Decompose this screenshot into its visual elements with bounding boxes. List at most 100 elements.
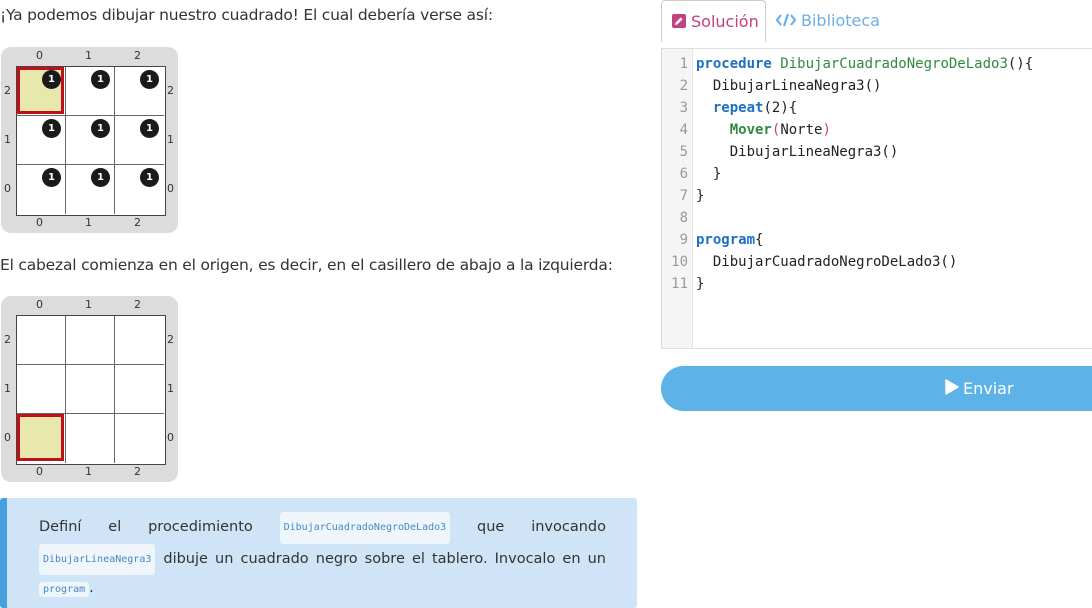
callout-word: invocando: [531, 519, 606, 535]
task-text: Definí el procedimiento DibujarCuadradoN…: [39, 512, 606, 604]
black-ball-icon: 1: [42, 119, 61, 138]
board-cell: [115, 316, 164, 365]
col-label-bottom: 2: [134, 216, 141, 229]
command: Mover: [729, 122, 772, 138]
callout-text-part: dibuje un cuadrado negro sobre el tabler…: [163, 550, 606, 567]
black-ball-icon: 1: [91, 168, 110, 187]
line-number-gutter: 1 2 3 4 5 6 7 8 9 10 11: [662, 49, 693, 348]
line-number: 10: [671, 254, 688, 270]
black-ball-icon: 1: [91, 119, 110, 138]
col-label-bottom: 2: [134, 465, 141, 478]
board-grid: [16, 315, 166, 465]
line-number: 11: [671, 276, 688, 292]
callout-word: procedimiento: [148, 519, 253, 535]
callout-word: Definí: [39, 519, 82, 535]
black-ball-icon: 1: [91, 70, 110, 89]
line-number: 4: [679, 122, 688, 138]
row-label-left: 2: [4, 84, 11, 97]
row-label-right: 0: [167, 182, 174, 195]
col-label-top: 2: [134, 49, 141, 62]
line-number: 6: [679, 166, 688, 182]
board-cell: [17, 316, 66, 365]
initial-board: 0 1 2 0 1 2 2 1 0 2 1 0: [1, 296, 178, 482]
code-punct: ): [822, 122, 831, 138]
keyword: procedure: [696, 56, 772, 72]
black-ball-icon: 1: [140, 168, 159, 187]
instructions-panel: ¡Ya podemos dibujar nuestro cuadrado! El…: [0, 0, 640, 608]
keyword: program: [696, 232, 756, 248]
code-line[interactable]: program{: [696, 232, 763, 248]
line-number: 1: [679, 56, 688, 72]
black-ball-icon: 1: [42, 168, 61, 187]
board-cell: [66, 414, 115, 463]
code-line[interactable]: }: [696, 276, 704, 292]
inline-code-procedure: DibujarCuadradoNegroDeLado3: [279, 512, 451, 544]
col-label-top: 0: [36, 298, 43, 311]
row-label-left: 0: [4, 182, 11, 195]
line-number: 2: [679, 78, 688, 94]
code-line[interactable]: Mover(Norte): [696, 122, 831, 138]
code-punct: {: [755, 232, 764, 248]
code-line[interactable]: DibujarLineaNegra3(): [696, 144, 899, 160]
row-label-right: 2: [167, 333, 174, 346]
code-line[interactable]: DibujarCuadradoNegroDeLado3(): [696, 254, 957, 270]
inline-code-program: program: [39, 582, 90, 597]
code-line[interactable]: }: [696, 166, 721, 182]
tab-library-label: Biblioteca: [801, 11, 880, 30]
code-editor[interactable]: 1 2 3 4 5 6 7 8 9 10 11 procedure Dibuja…: [661, 48, 1092, 349]
inline-code-line: DibujarLineaNegra3: [39, 543, 156, 575]
row-label-right: 2: [167, 84, 174, 97]
callout-word: que: [477, 519, 505, 535]
play-icon: [945, 378, 959, 399]
row-label-right: 1: [167, 133, 174, 146]
code-line[interactable]: repeat(2){: [696, 100, 797, 116]
tab-solution-label: Solución: [691, 12, 759, 31]
code-punct: ){: [780, 100, 798, 116]
col-label-bottom: 0: [36, 465, 43, 478]
line-number: 7: [679, 188, 688, 204]
col-label-top: 1: [85, 298, 92, 311]
board-cell: [115, 414, 164, 463]
line-number: 5: [679, 144, 688, 160]
send-button-label: Enviar: [963, 379, 1014, 398]
col-label-top: 1: [85, 49, 92, 62]
code-line[interactable]: }: [696, 188, 704, 204]
origin-text: El cabezal comienza en el origen, es dec…: [0, 256, 613, 274]
keyword: repeat: [712, 100, 764, 116]
code-punct: (: [763, 100, 772, 116]
black-ball-icon: 1: [42, 70, 61, 89]
code-line[interactable]: DibujarLineaNegra3(): [696, 78, 882, 94]
row-label-left: 2: [4, 333, 11, 346]
row-label-left: 0: [4, 431, 11, 444]
board-grid: 1 1 1 1 1 1 1 1 1: [16, 66, 166, 216]
procedure-name: DibujarCuadradoNegroDeLado3: [780, 56, 1008, 72]
code-line[interactable]: procedure DibujarCuadradoNegroDeLado3(){: [696, 56, 1033, 72]
row-label-right: 1: [167, 382, 174, 395]
task-callout: Definí el procedimiento DibujarCuadradoN…: [0, 498, 637, 608]
board-cell: [17, 365, 66, 414]
board-head: [17, 414, 64, 461]
callout-word: el: [108, 519, 122, 535]
col-label-bottom: 1: [85, 465, 92, 478]
board-cell: [115, 365, 164, 414]
col-label-top: 0: [36, 49, 43, 62]
intro-text: ¡Ya podemos dibujar nuestro cuadrado! El…: [0, 6, 493, 24]
line-number: 8: [679, 210, 688, 226]
code-punct: (){: [1007, 56, 1034, 72]
col-label-top: 2: [134, 298, 141, 311]
col-label-bottom: 1: [85, 216, 92, 229]
black-ball-icon: 1: [140, 70, 159, 89]
line-number: 9: [679, 232, 688, 248]
tab-library[interactable]: Biblioteca: [766, 0, 896, 42]
row-label-left: 1: [4, 133, 11, 146]
tab-solution[interactable]: Solución: [661, 0, 766, 42]
row-label-left: 1: [4, 382, 11, 395]
row-label-right: 0: [167, 431, 174, 444]
pencil-square-icon: [672, 2, 686, 44]
col-label-bottom: 0: [36, 216, 43, 229]
black-ball-icon: 1: [140, 119, 159, 138]
send-button[interactable]: Enviar: [661, 366, 1092, 411]
board-cell: [66, 365, 115, 414]
